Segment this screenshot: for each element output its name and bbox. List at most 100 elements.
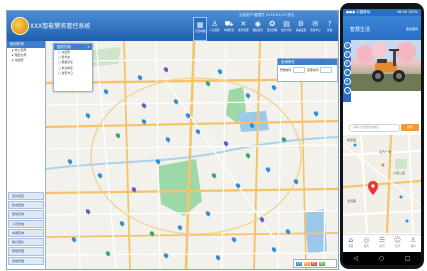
end-time-label: 结束时间 <box>307 68 319 72</box>
nav-item-label: 视频监控 <box>252 29 263 32</box>
bell-icon[interactable]: ♪ <box>343 69 351 76</box>
banner-image[interactable] <box>351 40 421 91</box>
nav-item[interactable]: ⛟ 车辆管控 <box>222 17 236 41</box>
left-menu-item[interactable]: 警情查询 <box>8 210 44 219</box>
home-button-icon[interactable]: ○ <box>379 255 384 262</box>
nav-item-label: 案件管理 <box>238 29 249 32</box>
left-menu-item[interactable]: 统计报表 <box>8 238 44 247</box>
top-bar: XXX智能警务管控系统 当前用户:管理员 2018-03-15 退出 ▦ 首页地图… <box>7 11 338 41</box>
location-icon[interactable]: ◎ <box>343 42 351 49</box>
nav-item-label: 警力部署 <box>266 29 278 32</box>
nav-item[interactable]: ⚙ 系统设置 <box>294 17 308 41</box>
nav-item[interactable]: ▤ 统计分析 <box>279 17 293 41</box>
tab-label: 首页 <box>348 245 354 248</box>
carrier-text: ●●● 中国移动 <box>346 10 371 14</box>
layer-panel: 图层控制 × □ 派出所 □ 警务站 □ 视频点位 □ 重点单位 □ 治安卡口 <box>53 43 93 92</box>
main-nav: ▦ 首页地图 ♙ 人员管控 ⛟ 车辆管控 ✕ 案件管理 ◉ 视频监控 ✪ 警力部署 ▤ 统计分析 ⚙ 系统设置… <box>193 17 337 41</box>
nav-item[interactable]: ▦ 首页地图 <box>193 17 208 41</box>
desktop-window: XXX智能警务管控系统 当前用户:管理员 2018-03-15 退出 ▦ 首页地图… <box>6 10 339 270</box>
tab-news[interactable]: ☰ 资讯 <box>374 235 390 253</box>
tab-label: 资讯 <box>379 245 385 248</box>
left-menu-item[interactable]: 轨迹回放 <box>8 200 44 210</box>
phone-frame: ●●● 中国移动 08:08 100% 智慧生活 更多服务 ◎ ✆ ★ ♪ ✉ … <box>340 3 424 269</box>
status-bar: ●●● 中国移动 08:08 100% <box>343 9 421 16</box>
tab-community[interactable]: ☺ 社区 <box>390 235 406 253</box>
scooter-illustration <box>351 40 421 91</box>
city-map[interactable]: 图层控制 × □ 派出所 □ 警务站 □ 视频点位 □ 重点单位 □ 治安卡口 … <box>46 41 338 269</box>
nav-item-label: 人员管控 <box>209 29 220 32</box>
start-time-field[interactable] <box>293 67 306 73</box>
map-label: 新区路 <box>347 138 357 142</box>
police-badge-icon <box>11 17 29 35</box>
case-icon: ✕ <box>240 20 247 28</box>
message-icon: ✉ <box>312 20 319 28</box>
end-time-field[interactable] <box>320 67 333 73</box>
left-menu-item[interactable]: 预警管理 <box>8 247 44 256</box>
more-icon[interactable]: ⋯ <box>343 87 351 94</box>
legend-item: 正常 <box>296 261 302 266</box>
tab-service[interactable]: ◎ 服务 <box>359 235 375 253</box>
nav-item-label: 首页地图 <box>195 30 206 33</box>
recents-icon[interactable]: □ <box>405 255 411 262</box>
search-input[interactable]: 请输入您要搜索的地点 <box>349 123 400 132</box>
nav-item[interactable]: ✉ 消息中心 <box>308 17 322 41</box>
nav-item[interactable]: ✕ 案件管理 <box>236 17 250 41</box>
nav-item[interactable]: ? 帮助 <box>323 17 337 41</box>
phone-icon[interactable]: ✆ <box>343 51 351 58</box>
star-icon[interactable]: ★ <box>343 60 351 67</box>
service-icon: ◎ <box>363 236 370 244</box>
home-icon: ⌂ <box>348 236 354 244</box>
news-icon: ☰ <box>378 236 386 244</box>
nav-item-label: 系统设置 <box>295 29 307 32</box>
map-label: 东方广场 <box>379 150 392 154</box>
query-panel: 查询条件 开始时间 结束时间 <box>277 58 338 82</box>
left-menu: 实时监控 轨迹回放 警情查询 人员查询 车辆查询 统计报表 预警管理 系统管理 <box>7 191 45 265</box>
tab-label: 我的 <box>410 245 416 248</box>
nav-item[interactable]: ◉ 视频监控 <box>251 17 265 41</box>
search-row: 请输入您要搜索的地点 搜索 <box>349 123 419 132</box>
app-title: XXX智能警务管控系统 <box>30 23 91 30</box>
tab-label: 服务 <box>363 245 369 248</box>
police-icon: ✪ <box>269 20 276 28</box>
back-icon[interactable]: ◁ <box>353 255 358 262</box>
user-icon: ♙ <box>410 236 417 244</box>
map-label: 人民公园 <box>393 171 406 175</box>
settings-icon: ⚙ <box>297 20 305 28</box>
layer-item[interactable]: □ 治安卡口 <box>54 71 92 76</box>
water-area <box>304 209 327 254</box>
nav-item[interactable]: ♙ 人员管控 <box>207 17 221 41</box>
phone-screen: ●●● 中国移动 08:08 100% 智慧生活 更多服务 ◎ ✆ ★ ♪ ✉ … <box>343 9 421 265</box>
status-right-text: 08:08 100% <box>396 10 418 14</box>
tab-home[interactable]: ⌂ 首页 <box>343 235 359 253</box>
tab-user[interactable]: ♙ 我的 <box>405 235 421 253</box>
left-panel: 组织机构 ▸ 市公安局 ▸ 辖区分局 ▸ 派出所 实时监控 轨迹回放 警情查询 … <box>7 41 46 269</box>
more-services-button[interactable]: 更多服务 <box>406 27 418 31</box>
left-menu-item[interactable]: 车辆查询 <box>8 228 44 238</box>
map-legend: 正常 预警 报警 离线 <box>293 259 337 268</box>
person-icon: ♙ <box>211 20 218 28</box>
nav-item[interactable]: ✪ 警力部署 <box>265 17 279 41</box>
side-toolbar: ◎ ✆ ★ ♪ ✉ ⋯ <box>343 40 351 102</box>
help-icon: ? <box>327 20 332 28</box>
mobile-title: 智慧生活 <box>350 27 371 33</box>
system-nav-bar: ◁ ○ □ <box>343 252 421 265</box>
left-menu-item[interactable]: 实时监控 <box>8 191 44 200</box>
start-time-label: 开始时间 <box>280 68 292 72</box>
nav-item-label: 消息中心 <box>310 29 321 32</box>
app-header: 智慧生活 更多服务 <box>343 16 421 40</box>
search-button[interactable]: 搜索 <box>401 124 419 131</box>
chat-icon[interactable]: ✉ <box>343 78 351 85</box>
left-menu-item[interactable]: 系统管理 <box>8 256 44 265</box>
left-panel-header: 组织机构 <box>7 41 45 48</box>
legend-item: 预警 <box>303 261 310 266</box>
close-icon[interactable]: × <box>87 44 90 50</box>
bottom-tab-bar: ⌂ 首页 ◎ 服务 ☰ 资讯 ☺ 社区 ♙ 我的 <box>343 234 421 253</box>
tree-item[interactable]: ▸ 派出所 <box>7 58 45 63</box>
map-label: 滨河路 <box>347 199 357 203</box>
map-icon: ▦ <box>196 21 204 29</box>
community-icon: ☺ <box>393 236 402 244</box>
mobile-map[interactable]: 新区路 东方广场 人民公园 滨河路 <box>343 134 421 234</box>
car-icon: ⛟ <box>224 20 234 28</box>
left-menu-item[interactable]: 人员查询 <box>8 219 44 228</box>
legend-item: 报警 <box>311 261 317 266</box>
